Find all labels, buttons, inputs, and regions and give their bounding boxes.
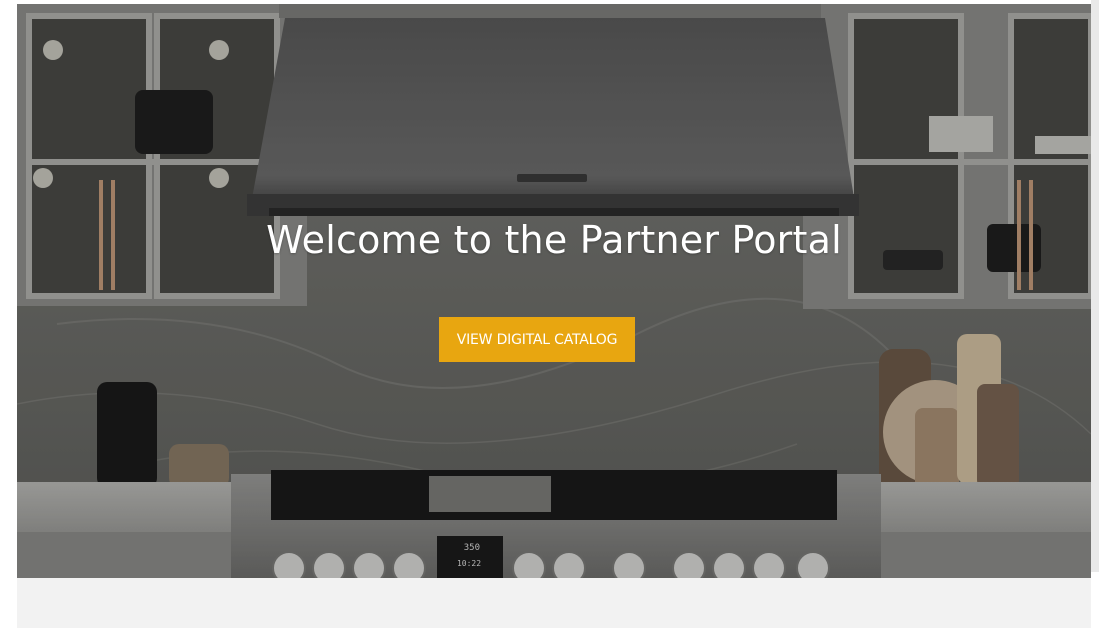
- content-band: [17, 578, 1091, 628]
- hero-banner: 350 10:22 Welcome to the Partner Portal …: [17, 4, 1091, 578]
- scrollbar-track[interactable]: [1091, 0, 1099, 572]
- view-digital-catalog-button[interactable]: VIEW DIGITAL CATALOG: [439, 317, 635, 362]
- hero-title: Welcome to the Partner Portal: [266, 218, 842, 262]
- hero-dark-overlay: [17, 4, 1091, 578]
